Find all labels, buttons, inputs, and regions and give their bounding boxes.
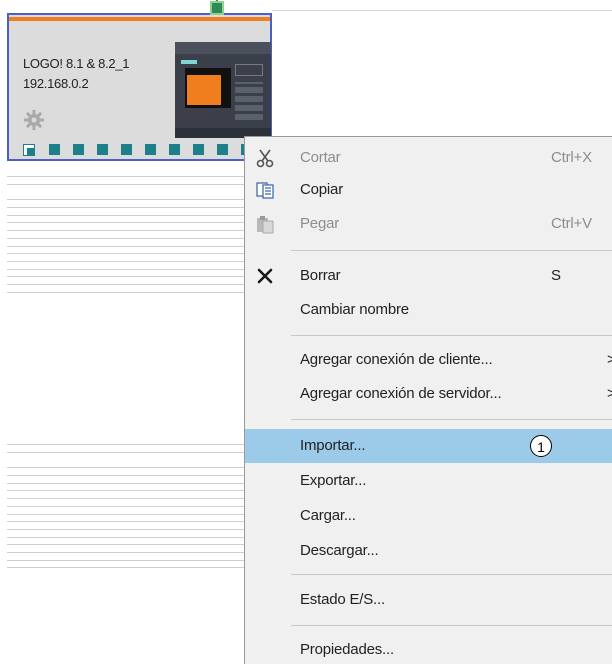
menu-item-copiar[interactable]: Copiar bbox=[245, 173, 612, 207]
divider-line bbox=[7, 475, 247, 476]
menu-item-cambiar-nombre[interactable]: Cambiar nombre bbox=[245, 293, 612, 327]
divider-line bbox=[7, 498, 247, 499]
menu-shortcut: S bbox=[551, 267, 561, 284]
menu-label: Estado E/S... bbox=[300, 591, 385, 608]
divider-line bbox=[7, 521, 247, 522]
divider-line bbox=[7, 529, 247, 530]
divider-line bbox=[7, 514, 247, 515]
top-divider bbox=[272, 10, 612, 11]
device-accent-bar bbox=[9, 17, 270, 21]
module-keypad bbox=[235, 82, 263, 120]
menu-item-pegar[interactable]: Pegar Ctrl+V bbox=[245, 207, 612, 241]
menu-shortcut: Ctrl+V bbox=[551, 215, 592, 232]
menu-shortcut: Ctrl+X bbox=[551, 149, 592, 166]
divider-line bbox=[7, 537, 247, 538]
scissors-icon bbox=[256, 149, 274, 168]
device-ip: 192.168.0.2 bbox=[23, 76, 89, 91]
menu-label: Borrar bbox=[300, 267, 341, 284]
io-led bbox=[73, 144, 84, 155]
menu-label: Agregar conexión de cliente... bbox=[300, 351, 493, 368]
menu-item-importar[interactable]: Importar... 1 bbox=[245, 429, 612, 463]
io-led bbox=[121, 144, 132, 155]
menu-label: Exportar... bbox=[300, 472, 367, 489]
menu-item-cargar[interactable]: Cargar... bbox=[245, 499, 612, 533]
menu-label: Propiedades... bbox=[300, 641, 394, 658]
menu-item-agregar-conexion-servidor[interactable]: Agregar conexión de servidor... > bbox=[245, 377, 612, 411]
logo-device-block[interactable]: LOGO! 8.1 & 8.2_1 192.168.0.2 bbox=[7, 0, 272, 161]
divider-line bbox=[7, 560, 247, 561]
menu-item-exportar[interactable]: Exportar... bbox=[245, 464, 612, 498]
delete-x-icon bbox=[257, 268, 273, 284]
divider-line bbox=[7, 567, 247, 568]
menu-item-cortar[interactable]: Cortar Ctrl+X bbox=[245, 141, 612, 175]
divider-line bbox=[7, 452, 247, 453]
divider-line bbox=[7, 207, 247, 208]
divider-line bbox=[7, 544, 247, 545]
divider-line bbox=[7, 238, 247, 239]
ethernet-port-icon[interactable] bbox=[210, 1, 224, 15]
context-menu: Cortar Ctrl+X Copiar Pegar Ctrl+V Borrar… bbox=[244, 136, 612, 664]
io-led-first bbox=[23, 144, 35, 156]
menu-label: Cargar... bbox=[300, 507, 356, 524]
module-label-area bbox=[235, 64, 263, 76]
divider-line bbox=[7, 261, 247, 262]
menu-item-descargar[interactable]: Descargar... bbox=[245, 534, 612, 568]
divider-line bbox=[7, 222, 247, 223]
submenu-arrow-icon: > bbox=[607, 385, 612, 402]
io-led bbox=[145, 144, 156, 155]
io-led bbox=[217, 144, 228, 155]
io-led bbox=[97, 144, 108, 155]
divider-line bbox=[7, 176, 247, 177]
menu-separator bbox=[291, 335, 612, 336]
copy-icon bbox=[256, 182, 274, 199]
divider-line bbox=[7, 184, 247, 185]
menu-item-agregar-conexion-cliente[interactable]: Agregar conexión de cliente... > bbox=[245, 343, 612, 377]
io-led bbox=[169, 144, 180, 155]
menu-label: Copiar bbox=[300, 181, 343, 198]
menu-item-propiedades[interactable]: Propiedades... bbox=[245, 633, 612, 667]
divider-line bbox=[7, 246, 247, 247]
divider-line bbox=[7, 467, 247, 468]
menu-separator bbox=[291, 250, 612, 251]
divider-line bbox=[7, 284, 247, 285]
divider-line bbox=[7, 483, 247, 484]
module-display bbox=[185, 68, 231, 108]
menu-label: Cortar bbox=[300, 149, 341, 166]
device-name: LOGO! 8.1 & 8.2_1 bbox=[23, 56, 130, 71]
callout-badge: 1 bbox=[530, 435, 552, 457]
divider-line bbox=[7, 199, 247, 200]
divider-line bbox=[7, 253, 247, 254]
menu-item-borrar[interactable]: Borrar S bbox=[245, 259, 612, 293]
submenu-arrow-icon: > bbox=[607, 351, 612, 368]
io-led bbox=[49, 144, 60, 155]
divider-line bbox=[7, 506, 247, 507]
menu-label: Importar... bbox=[300, 437, 366, 454]
divider-line bbox=[7, 215, 247, 216]
divider-line bbox=[7, 276, 247, 277]
menu-label: Cambiar nombre bbox=[300, 301, 409, 318]
divider-line bbox=[7, 292, 247, 293]
module-status-bar bbox=[181, 60, 197, 64]
divider-line bbox=[7, 230, 247, 231]
menu-label: Agregar conexión de servidor... bbox=[300, 385, 502, 402]
divider-line bbox=[7, 490, 247, 491]
module-top-terminals bbox=[175, 42, 271, 54]
menu-separator bbox=[291, 574, 612, 575]
divider-line bbox=[7, 552, 247, 553]
divider-line bbox=[7, 269, 247, 270]
menu-separator bbox=[291, 625, 612, 626]
paste-icon bbox=[257, 216, 274, 234]
menu-separator bbox=[291, 419, 612, 420]
menu-label: Pegar bbox=[300, 215, 340, 232]
menu-item-estado-es[interactable]: Estado E/S... bbox=[245, 583, 612, 617]
io-led bbox=[193, 144, 204, 155]
menu-label: Descargar... bbox=[300, 542, 379, 559]
divider-line bbox=[7, 444, 247, 445]
logo-module-image bbox=[175, 42, 271, 138]
gear-icon[interactable] bbox=[23, 109, 45, 131]
